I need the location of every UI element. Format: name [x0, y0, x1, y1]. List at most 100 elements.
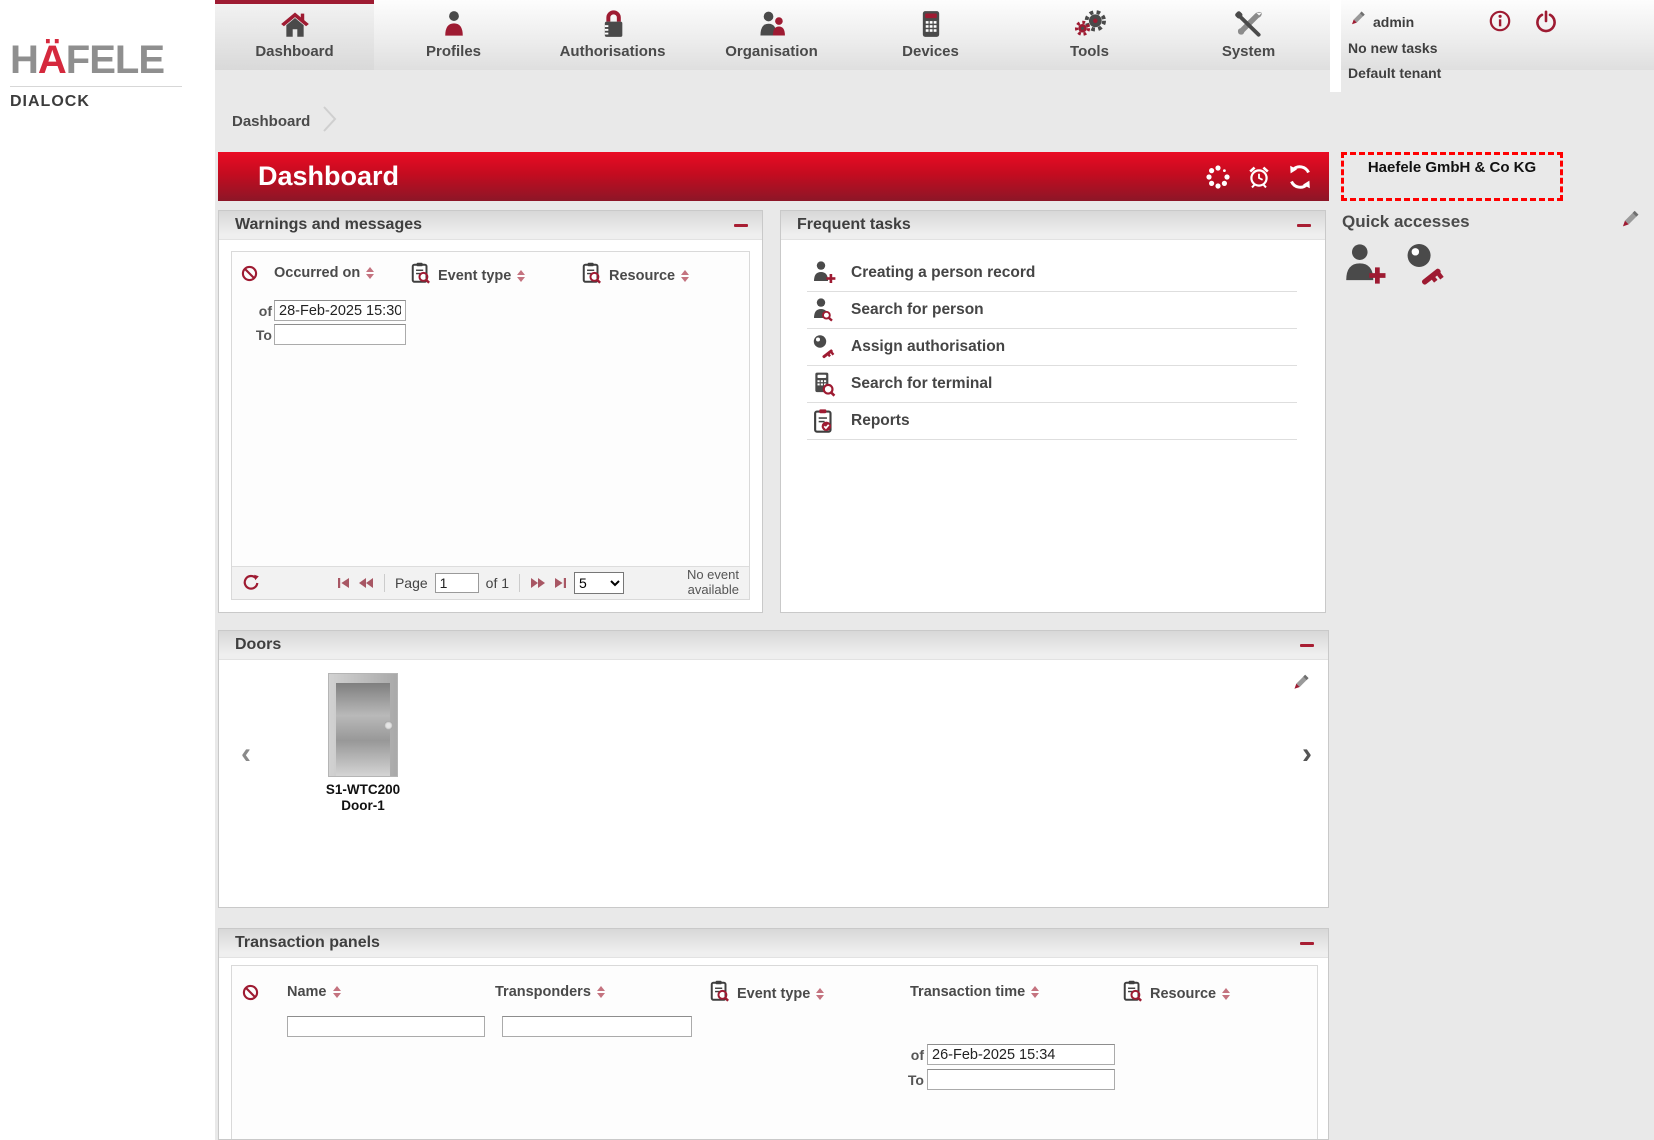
breadcrumb-chevron-icon: [322, 104, 338, 139]
alarm-icon[interactable]: [1246, 164, 1272, 190]
first-page-icon[interactable]: [337, 577, 351, 589]
pencil-icon[interactable]: [1348, 10, 1366, 33]
person-icon: [442, 10, 466, 43]
warnings-pagination: Page of 1 5 No event available: [232, 566, 749, 599]
clipboard-search-icon: [410, 261, 432, 290]
gears-icon: [1074, 10, 1106, 43]
prev-page-icon[interactable]: [358, 577, 374, 589]
column-name[interactable]: Name: [287, 984, 327, 1000]
nav-label: Devices: [851, 43, 1010, 60]
sort-icon[interactable]: [366, 267, 374, 279]
warnings-panel: Warnings and messages Occurred on: [218, 210, 763, 613]
door-name: S1-WTC200 Door-1: [293, 782, 433, 814]
clipboard-search-icon: [581, 261, 603, 290]
nav-item-system[interactable]: System: [1169, 0, 1328, 70]
crossed-tools-icon: [1234, 10, 1264, 43]
sort-icon[interactable]: [517, 270, 525, 282]
refresh-icon[interactable]: [1287, 164, 1313, 190]
collapse-icon[interactable]: [1300, 638, 1316, 652]
nav-item-tools[interactable]: Tools: [1010, 0, 1169, 70]
info-icon[interactable]: [1489, 10, 1511, 37]
person-add-icon[interactable]: [1341, 242, 1387, 291]
transactions-panel-header: Transaction panels: [219, 929, 1328, 958]
column-resource[interactable]: Resource: [609, 268, 675, 284]
pencil-icon[interactable]: [1618, 209, 1640, 236]
page-title: Dashboard: [258, 161, 1205, 192]
transaction-from-input[interactable]: [927, 1044, 1115, 1065]
next-page-icon[interactable]: [530, 577, 546, 589]
quick-access-shortcuts: [1341, 242, 1447, 291]
pencil-icon[interactable]: [1290, 673, 1310, 698]
door-knob: [384, 721, 393, 730]
report-icon: [807, 408, 841, 434]
name-filter-input[interactable]: [287, 1016, 485, 1037]
carousel-left-icon[interactable]: ‹: [241, 739, 251, 769]
doors-panel-title: Doors: [235, 636, 281, 654]
person-search-icon: [807, 297, 841, 323]
nav-item-devices[interactable]: Devices: [851, 0, 1010, 70]
nav-item-profiles[interactable]: Profiles: [374, 0, 533, 70]
occurred-to-input[interactable]: [274, 324, 406, 345]
page-of-label: of 1: [486, 575, 509, 591]
nav-label: Organisation: [692, 43, 851, 60]
username[interactable]: admin: [1373, 14, 1414, 30]
main-nav: Dashboard Profiles Authoris: [215, 0, 1330, 70]
nav-item-dashboard[interactable]: Dashboard: [215, 0, 374, 70]
user-info: admin No new tasks Default tenant: [1348, 10, 1441, 81]
collapse-icon[interactable]: [1297, 218, 1313, 232]
terminal-search-icon: [807, 371, 841, 397]
frequent-tasks-header: Frequent tasks: [781, 211, 1325, 240]
transponders-filter-input[interactable]: [502, 1016, 692, 1037]
key-icon[interactable]: [1403, 242, 1447, 291]
sort-icon[interactable]: [1222, 988, 1230, 1000]
last-page-icon[interactable]: [553, 577, 567, 589]
page-size-select[interactable]: 5: [574, 572, 624, 594]
spinner-icon[interactable]: [1205, 164, 1231, 190]
filter-to-label: To: [246, 327, 272, 343]
nav-item-authorisations[interactable]: Authorisations: [533, 0, 692, 70]
key-icon: [807, 334, 841, 360]
door-image: [328, 673, 398, 777]
sort-icon[interactable]: [1031, 986, 1039, 998]
column-occurred-on[interactable]: Occurred on: [274, 265, 360, 281]
task-search-person[interactable]: Search for person: [807, 292, 1297, 329]
collapse-icon[interactable]: [734, 218, 750, 232]
column-transponders[interactable]: Transponders: [495, 984, 591, 1000]
sort-icon[interactable]: [816, 988, 824, 1000]
door-thumbnail[interactable]: S1-WTC200 Door-1: [293, 673, 433, 814]
page-number-input[interactable]: [435, 573, 479, 593]
calculator-icon: [919, 10, 943, 43]
lock-icon: [600, 10, 626, 43]
column-transaction-time[interactable]: Transaction time: [910, 984, 1025, 1000]
task-create-person[interactable]: Creating a person record: [807, 255, 1297, 292]
transactions-panel: Transaction panels Name Transponders: [218, 928, 1329, 1140]
reload-icon[interactable]: [242, 574, 260, 592]
breadcrumb-dashboard[interactable]: Dashboard: [232, 113, 310, 130]
tasks-status[interactable]: No new tasks: [1348, 40, 1441, 56]
power-icon[interactable]: [1534, 10, 1558, 39]
occurred-from-input[interactable]: [274, 300, 406, 321]
frequent-tasks-panel: Frequent tasks Creating a person record: [780, 210, 1326, 613]
quick-accesses-title: Quick accesses: [1342, 212, 1470, 232]
frequent-tasks-list: Creating a person record Search for pers…: [807, 255, 1297, 440]
tenant-name[interactable]: Default tenant: [1348, 65, 1441, 81]
block-icon: [241, 265, 258, 282]
task-search-terminal[interactable]: Search for terminal: [807, 366, 1297, 403]
column-event-type[interactable]: Event type: [438, 268, 511, 284]
transaction-to-input[interactable]: [927, 1069, 1115, 1090]
frequent-tasks-title: Frequent tasks: [797, 216, 911, 234]
column-resource[interactable]: Resource: [1150, 986, 1216, 1002]
sort-icon[interactable]: [597, 986, 605, 998]
task-reports[interactable]: Reports: [807, 403, 1297, 440]
filter-from-label: of: [898, 1047, 924, 1063]
carousel-right-icon[interactable]: ›: [1302, 739, 1312, 769]
collapse-icon[interactable]: [1300, 936, 1316, 950]
sort-icon[interactable]: [681, 270, 689, 282]
sort-icon[interactable]: [333, 986, 341, 998]
tenant-selector[interactable]: Haefele GmbH & Co KG: [1341, 152, 1563, 201]
column-event-type[interactable]: Event type: [737, 986, 810, 1002]
nav-item-organisation[interactable]: Organisation: [692, 0, 851, 70]
task-assign-authorisation[interactable]: Assign authorisation: [807, 329, 1297, 366]
filter-to-label: To: [898, 1072, 924, 1088]
quick-accesses-header: Quick accesses: [1330, 206, 1654, 238]
